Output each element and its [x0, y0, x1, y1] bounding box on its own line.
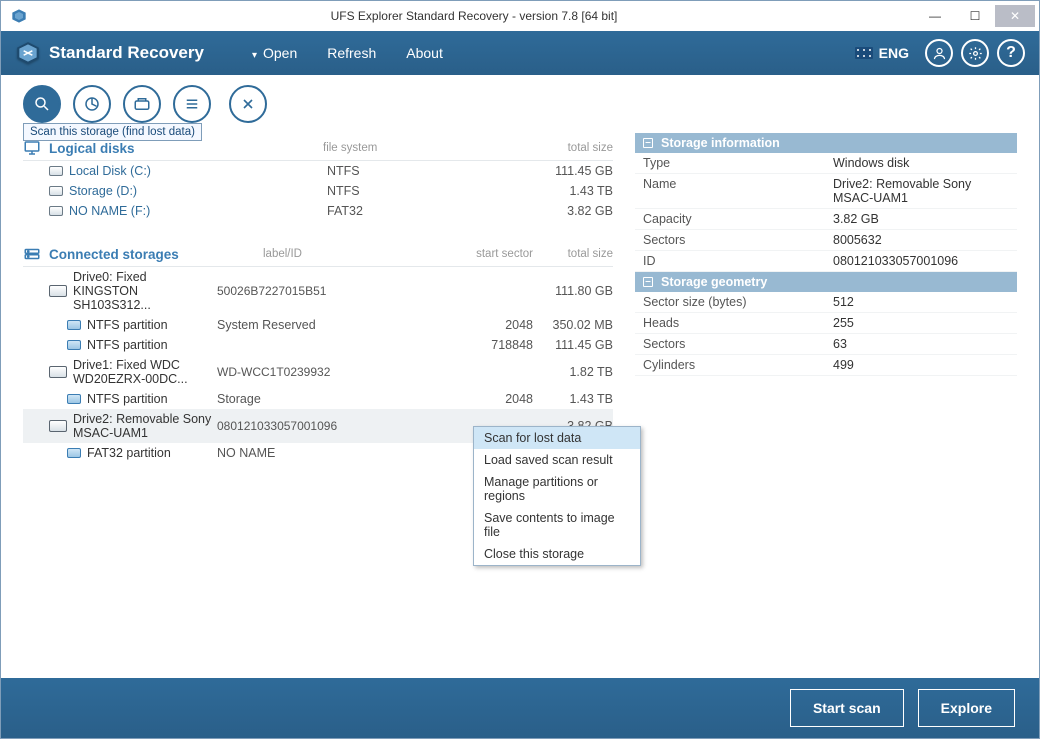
user-button[interactable]	[925, 39, 953, 67]
menu-about[interactable]: About	[406, 45, 443, 61]
language-switch[interactable]: ENG	[855, 45, 909, 61]
drive-row[interactable]: Drive0: Fixed KINGSTON SH103S312... 5002…	[23, 267, 613, 315]
close-storage-icon[interactable]	[229, 85, 267, 123]
logical-disk-row[interactable]: NO NAME (F:) FAT32 3.82 GB	[23, 201, 613, 221]
group-connected-storages: Connected storages label/ID start sector…	[23, 245, 613, 267]
list-view-icon[interactable]	[173, 85, 211, 123]
info-panel: –Storage information TypeWindows disk Na…	[635, 133, 1017, 463]
menu-open[interactable]: Open	[252, 45, 297, 61]
collapse-icon: –	[643, 277, 653, 287]
help-button[interactable]: ?	[997, 39, 1025, 67]
context-menu: Scan for lost data Load saved scan resul…	[473, 426, 641, 566]
explore-button[interactable]: Explore	[918, 689, 1015, 727]
drive-icon	[49, 420, 67, 432]
ctx-scan[interactable]: Scan for lost data	[474, 427, 640, 449]
partition-icon	[67, 394, 81, 404]
close-button[interactable]: ✕	[995, 5, 1035, 27]
menu-refresh[interactable]: Refresh	[327, 45, 376, 61]
maximize-button[interactable]: ☐	[955, 5, 995, 27]
volume-icon	[49, 206, 63, 216]
volume-icon	[49, 166, 63, 176]
hdd-icon	[23, 245, 41, 263]
minimize-button[interactable]: —	[915, 5, 955, 27]
ctx-close[interactable]: Close this storage	[474, 543, 640, 565]
scan-icon[interactable]	[23, 85, 61, 123]
partition-row[interactable]: NTFS partition Storage 2048 1.43 TB	[23, 389, 613, 409]
ctx-manage[interactable]: Manage partitions or regions	[474, 471, 640, 507]
partition-row[interactable]: NTFS partition System Reserved 2048 350.…	[23, 315, 613, 335]
window-title: UFS Explorer Standard Recovery - version…	[33, 9, 915, 23]
storage-tree: Logical disks file system total size Loc…	[23, 127, 613, 463]
flag-icon	[855, 47, 873, 59]
partition-manager-icon[interactable]	[73, 85, 111, 123]
volume-icon	[49, 186, 63, 196]
ctx-save-image[interactable]: Save contents to image file	[474, 507, 640, 543]
titlebar: UFS Explorer Standard Recovery - version…	[1, 1, 1039, 31]
collapse-icon: –	[643, 138, 653, 148]
partition-icon	[67, 340, 81, 350]
language-label: ENG	[879, 45, 909, 61]
brand-name: Standard Recovery	[49, 43, 204, 63]
drive-icon	[49, 366, 67, 378]
drive-icon	[49, 285, 67, 297]
menubar: Standard Recovery Open Refresh About ENG…	[1, 31, 1039, 75]
open-image-icon[interactable]	[123, 85, 161, 123]
app-icon	[11, 8, 27, 24]
partition-icon	[67, 448, 81, 458]
group-logical-disks: Logical disks file system total size	[23, 139, 613, 161]
tooltip-scan: Scan this storage (find lost data)	[23, 123, 202, 141]
bottom-bar: Start scan Explore	[1, 678, 1039, 738]
drive-row[interactable]: Drive1: Fixed WDC WD20EZRX-00DC... WD-WC…	[23, 355, 613, 389]
toolbar	[23, 85, 1017, 123]
logical-disk-row[interactable]: Storage (D:) NTFS 1.43 TB	[23, 181, 613, 201]
info-section-geometry[interactable]: –Storage geometry	[635, 272, 1017, 292]
partition-icon	[67, 320, 81, 330]
ctx-load[interactable]: Load saved scan result	[474, 449, 640, 471]
info-section-storage[interactable]: –Storage information	[635, 133, 1017, 153]
brand: Standard Recovery	[15, 40, 204, 66]
partition-row[interactable]: NTFS partition 718848 111.45 GB	[23, 335, 613, 355]
start-scan-button[interactable]: Start scan	[790, 689, 904, 727]
logical-disk-row[interactable]: Local Disk (C:) NTFS 111.45 GB	[23, 161, 613, 181]
brand-icon	[15, 40, 41, 66]
monitor-icon	[23, 139, 41, 157]
settings-button[interactable]	[961, 39, 989, 67]
